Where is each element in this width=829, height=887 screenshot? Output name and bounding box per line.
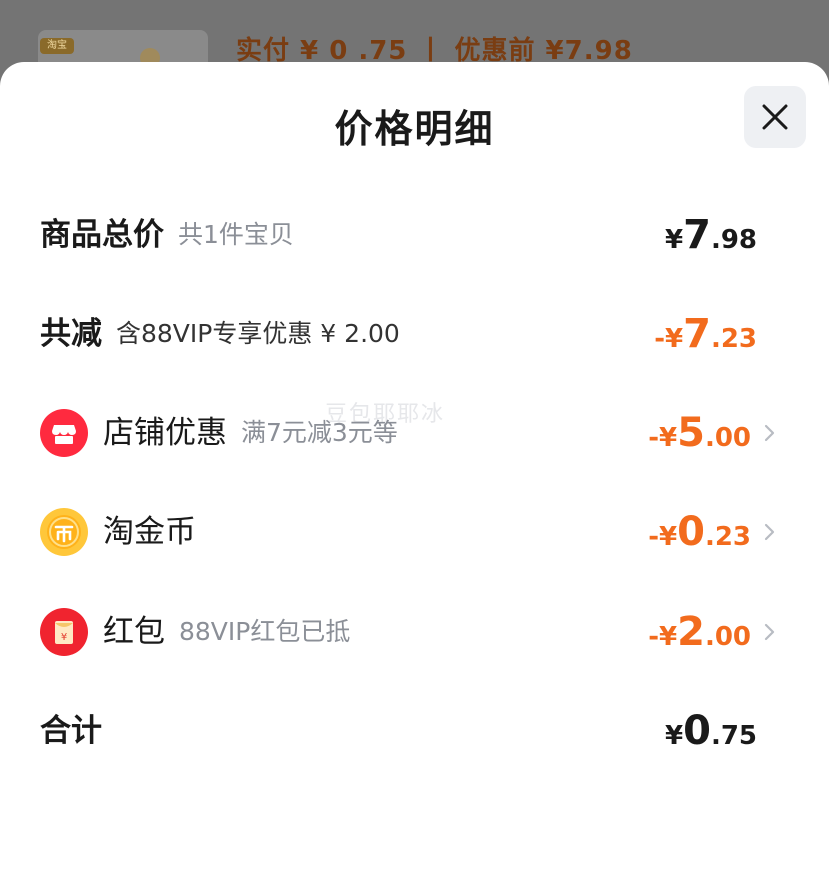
row-sublabel: 88VIP红包已抵 xyxy=(179,617,351,646)
amount-integer: 7 xyxy=(683,212,711,258)
amount-decimal: .00 xyxy=(704,423,751,453)
close-icon xyxy=(762,104,788,130)
row-red-packet[interactable]: ¥ 红包 88VIP红包已抵 -¥2.00 xyxy=(0,602,829,662)
row-shop-discount[interactable]: 店铺优惠 满7元减3元等 -¥5.00 xyxy=(0,403,829,463)
amount-decimal: .00 xyxy=(704,622,751,652)
row-label-wrap: 红包 88VIP红包已抵 xyxy=(103,602,350,662)
row-sublabel: 共1件宝贝 xyxy=(178,220,294,249)
row-taojinbi[interactable]: 淘金币 -¥0.23 xyxy=(0,502,829,562)
taojinbi-amount: -¥0.23 xyxy=(648,502,751,562)
red-packet-icon: ¥ xyxy=(40,608,88,656)
row-grand-total: 合计 ¥0.75 xyxy=(0,701,829,761)
row-label-wrap: 淘金币 xyxy=(103,502,196,562)
amount-currency: -¥ xyxy=(648,622,678,652)
row-label: 合计 xyxy=(40,713,102,749)
row-label: 红包 xyxy=(103,614,165,650)
amount-currency: -¥ xyxy=(648,522,678,552)
price-detail-sheet: 价格明细 豆包耶耶冰 商品总价 共1件宝贝 ¥7.98 共减 含88VIP专享优惠 … xyxy=(0,62,829,887)
chevron-right-icon xyxy=(764,523,775,541)
amount-integer: 5 xyxy=(677,410,705,456)
row-label: 商品总价 xyxy=(40,217,164,253)
sheet-title: 价格明细 xyxy=(334,107,495,151)
amount-integer: 0 xyxy=(677,509,705,555)
row-goods-total: 商品总价 共1件宝贝 ¥7.98 xyxy=(0,205,829,265)
row-label: 淘金币 xyxy=(103,514,196,550)
amount-integer: 0 xyxy=(683,708,711,754)
goods-total-amount: ¥7.98 xyxy=(665,205,757,265)
chevron-right-icon xyxy=(764,424,775,442)
row-sublabel: 满7元减3元等 xyxy=(241,418,398,447)
svg-text:¥: ¥ xyxy=(61,632,67,643)
grand-total-amount: ¥0.75 xyxy=(665,701,757,761)
chevron-right-icon xyxy=(764,623,775,641)
amount-integer: 2 xyxy=(677,609,705,655)
row-label-wrap: 商品总价 共1件宝贝 xyxy=(40,205,294,265)
close-button[interactable] xyxy=(744,86,806,148)
row-total-discount: 共减 含88VIP专享优惠 ¥ 2.00 -¥7.23 xyxy=(0,304,829,364)
row-sublabel: 含88VIP专享优惠 ¥ 2.00 xyxy=(116,319,400,348)
product-thumbnail-tag: 淘宝 xyxy=(40,38,74,54)
amount-decimal: .98 xyxy=(710,225,757,255)
amount-decimal: .23 xyxy=(710,324,757,354)
amount-currency: ¥ xyxy=(665,721,684,751)
taojinbi-coin-icon xyxy=(40,508,88,556)
shop-discount-amount: -¥5.00 xyxy=(648,403,751,463)
row-label-wrap: 共减 含88VIP专享优惠 ¥ 2.00 xyxy=(40,304,400,364)
row-label-wrap: 店铺优惠 满7元减3元等 xyxy=(103,403,398,463)
red-packet-amount: -¥2.00 xyxy=(648,602,751,662)
row-label: 共减 xyxy=(40,316,102,352)
total-discount-amount: -¥7.23 xyxy=(654,304,757,364)
row-label-wrap: 合计 xyxy=(40,701,102,761)
amount-integer: 7 xyxy=(683,311,711,357)
amount-currency: ¥ xyxy=(665,225,684,255)
amount-decimal: .75 xyxy=(710,721,757,751)
amount-decimal: .23 xyxy=(704,522,751,552)
amount-currency: -¥ xyxy=(654,324,684,354)
shop-icon xyxy=(40,409,88,457)
amount-currency: -¥ xyxy=(648,423,678,453)
row-label: 店铺优惠 xyxy=(103,415,227,451)
